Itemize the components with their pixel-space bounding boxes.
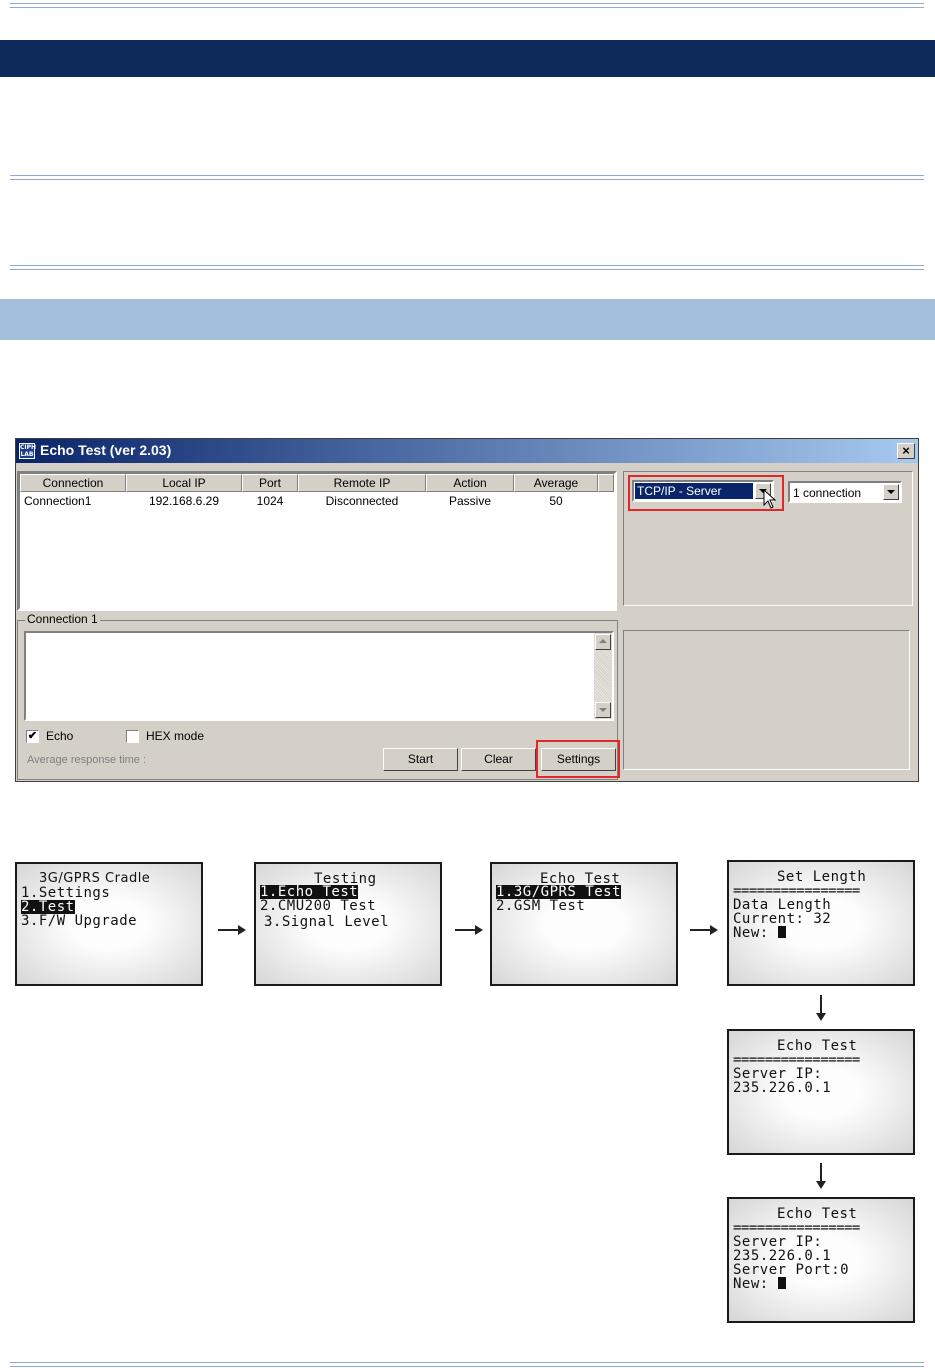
chevron-up-icon <box>599 639 607 643</box>
lcd-menu-item-selected: 1.Echo Test <box>260 884 359 900</box>
connection-list[interactable]: Connection Local IP Port Remote IP Actio… <box>18 472 616 610</box>
lcd-line: Current: 32 <box>733 911 832 927</box>
lcd-server-ip: Echo Test ================ Server IP: 23… <box>727 1029 915 1155</box>
flow-arrow-right <box>218 925 246 935</box>
lcd-separator: ================ <box>733 1220 860 1236</box>
lcd-input-line: New: <box>733 1277 786 1291</box>
lcd-separator: ================ <box>733 1052 860 1068</box>
lcd-line: Data Length <box>733 897 832 913</box>
flow-arrow-right <box>690 925 718 935</box>
cell-connection[interactable]: Connection1 <box>24 493 124 509</box>
cell-action[interactable]: Passive <box>426 493 514 509</box>
avg-response-label: Average response time : <box>27 754 147 766</box>
flow-arrow-down <box>816 995 826 1021</box>
info-panel <box>623 630 910 770</box>
echo-checkbox-label[interactable]: Echo <box>46 729 73 743</box>
lcd-title: Echo Test <box>777 1038 858 1054</box>
lcd-separator: ================ <box>733 883 860 899</box>
window-title: Echo Test (ver 2.03) <box>40 442 172 458</box>
connection-list-frame: Connection Local IP Port Remote IP Actio… <box>17 471 617 611</box>
lcd-line: Server IP: <box>733 1066 823 1082</box>
column-header-filler <box>598 474 614 492</box>
lcd-testing: Testing 1.Echo Test 2.CMU200 Test 3.Sign… <box>254 862 442 986</box>
lcd-line: Server Port:0 <box>733 1262 850 1278</box>
cell-remote-ip[interactable]: Disconnected <box>298 493 426 509</box>
top-rule <box>10 3 924 8</box>
lcd-input-line: New: <box>733 926 786 940</box>
column-header-local-ip[interactable]: Local IP <box>126 474 242 492</box>
echo-checkbox[interactable]: ✔ <box>26 730 39 743</box>
lcd-line: Server IP: <box>733 1234 823 1250</box>
hex-mode-checkbox-label[interactable]: HEX mode <box>146 729 204 743</box>
start-button[interactable]: Start <box>383 748 458 771</box>
column-header-average[interactable]: Average <box>514 474 598 492</box>
divider-rule <box>10 265 924 270</box>
lcd-server-port: Echo Test ================ Server IP: 23… <box>727 1197 915 1323</box>
title-bar[interactable]: CIPH LAB Echo Test (ver 2.03) × <box>16 439 918 463</box>
lcd-input-label: New: <box>733 1276 769 1292</box>
echo-log-textarea[interactable] <box>24 631 614 721</box>
lcd-menu-item: 1.Settings <box>21 885 111 901</box>
chevron-down-icon[interactable] <box>883 484 899 500</box>
group-label: Connection 1 <box>25 612 100 626</box>
lcd-echo-test-menu: Echo Test 1.3G/GPRS Test 2.GSM Test <box>490 862 678 986</box>
connections-select-value: 1 connection <box>793 486 862 500</box>
flow-arrow-down <box>816 1163 826 1189</box>
lcd-line: 235.226.0.1 <box>733 1080 832 1096</box>
bottom-rule <box>10 1362 924 1367</box>
close-button[interactable]: × <box>897 443 915 459</box>
column-header-remote-ip[interactable]: Remote IP <box>298 474 426 492</box>
flow-arrow-right <box>455 925 483 935</box>
lcd-menu-item: 2.CMU200 Test <box>260 898 377 914</box>
hex-mode-checkbox[interactable] <box>126 730 139 743</box>
section-banner <box>0 40 935 77</box>
lcd-menu-item-selected: 1.3G/GPRS Test <box>496 884 622 900</box>
lcd-menu-item-selected: 2.Test <box>21 899 75 915</box>
scroll-up-button[interactable] <box>595 634 611 650</box>
lcd-main-menu: 3G/GPRS Cradle 1.Settings 2.Test 3.F/W U… <box>15 862 203 986</box>
chevron-down-icon <box>599 708 607 712</box>
lcd-title: Echo Test <box>777 1206 858 1222</box>
lcd-menu-item: 2.GSM Test <box>496 898 586 914</box>
column-header-port[interactable]: Port <box>242 474 298 492</box>
highlight-settings-button <box>536 740 620 778</box>
column-header-connection[interactable]: Connection <box>20 474 126 492</box>
cell-average[interactable]: 50 <box>514 493 598 509</box>
highlight-mode-select <box>628 475 784 511</box>
lcd-menu-item: 3.Signal Level <box>264 914 390 930</box>
lcd-title: Set Length <box>777 869 867 885</box>
lcd-menu-item: 3.F/W Upgrade <box>21 913 138 929</box>
lcd-set-length: Set Length ================ Data Length … <box>727 860 915 986</box>
cipherlab-icon: CIPH LAB <box>19 443 37 459</box>
lcd-cursor <box>777 1277 786 1289</box>
subsection-banner <box>0 299 935 340</box>
connections-select[interactable]: 1 connection <box>788 481 902 503</box>
lcd-input-label: New: <box>733 925 769 941</box>
connection-group: Connection 1 ✔ Echo HEX mode Average res… <box>17 612 618 780</box>
lcd-title: 3G/GPRS Cradle <box>39 871 151 886</box>
echo-test-window: CIPH LAB Echo Test (ver 2.03) × Connectio… <box>15 438 919 782</box>
lcd-line: 235.226.0.1 <box>733 1248 832 1264</box>
column-header-action[interactable]: Action <box>426 474 514 492</box>
cell-port[interactable]: 1024 <box>242 493 298 509</box>
lcd-cursor <box>777 926 786 938</box>
clear-button[interactable]: Clear <box>461 748 536 771</box>
divider-rule <box>10 175 924 180</box>
cell-local-ip[interactable]: 192.168.6.29 <box>126 493 242 509</box>
scroll-down-button[interactable] <box>595 702 611 718</box>
